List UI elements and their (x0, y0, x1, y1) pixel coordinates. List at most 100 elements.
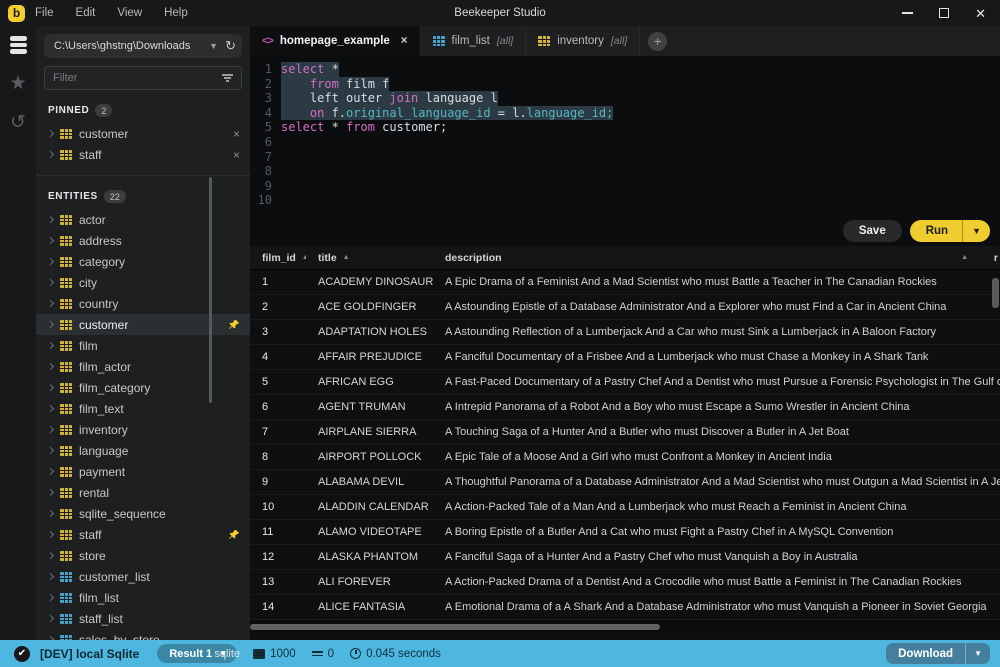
cell-title[interactable]: AGENT TRUMAN (306, 395, 433, 419)
table-row[interactable]: 9ALABAMA DEVILA Thoughtful Panorama of a… (250, 470, 1000, 495)
table-row[interactable]: 6AGENT TRUMANA Intrepid Panorama of a Ro… (250, 395, 1000, 420)
close-icon[interactable]: ✕ (975, 7, 986, 20)
chevron-right-icon[interactable] (47, 237, 54, 244)
cell-title[interactable]: ACADEMY DINOSAUR (306, 270, 433, 294)
chevron-right-icon[interactable] (47, 363, 54, 370)
cell-description[interactable]: A Fast-Paced Documentary of a Pastry Che… (433, 370, 1000, 394)
cell-description[interactable]: A Boring Epistle of a Butler And a Cat w… (433, 520, 1000, 544)
sql-editor[interactable]: 1select *2 from film f3 left outer join … (250, 56, 1000, 246)
chevron-right-icon[interactable] (47, 615, 54, 622)
cell-title[interactable]: ALI FOREVER (306, 570, 433, 594)
entity-item-country[interactable]: country (36, 293, 250, 314)
cell-film-id[interactable]: 13 (250, 570, 306, 594)
cell-title[interactable]: ACE GOLDFINGER (306, 295, 433, 319)
cell-title[interactable]: ALAMO VIDEOTAPE (306, 520, 433, 544)
table-row[interactable]: 13ALI FOREVERA Action-Packed Drama of a … (250, 570, 1000, 595)
results-vertical-scrollbar[interactable] (992, 278, 999, 308)
cell-film-id[interactable]: 6 (250, 395, 306, 419)
tab-inventory[interactable]: inventory[all] (526, 26, 640, 56)
entity-item-film[interactable]: film (36, 335, 250, 356)
chevron-right-icon[interactable] (47, 384, 54, 391)
run-button[interactable]: Run ▼ (910, 220, 990, 242)
table-row[interactable]: 14ALICE FANTASIAA Emotional Drama of a A… (250, 595, 1000, 620)
table-row[interactable]: 8AIRPORT POLLOCKA Epic Tale of a Moose A… (250, 445, 1000, 470)
pinned-item-staff[interactable]: staff× (36, 144, 250, 165)
table-row[interactable]: 5AFRICAN EGGA Fast-Paced Documentary of … (250, 370, 1000, 395)
cell-description[interactable]: A Epic Tale of a Moose And a Girl who mu… (433, 445, 1000, 469)
cell-film-id[interactable]: 3 (250, 320, 306, 344)
cell-film-id[interactable]: 1 (250, 270, 306, 294)
minimize-icon[interactable] (902, 12, 913, 13)
entity-item-sales_by_store[interactable]: sales_by_store (36, 629, 250, 640)
results-horizontal-scrollbar[interactable] (250, 624, 660, 630)
table-row[interactable]: 4AFFAIR PREJUDICEA Fanciful Documentary … (250, 345, 1000, 370)
entity-item-rental[interactable]: rental (36, 482, 250, 503)
chevron-right-icon[interactable] (47, 279, 54, 286)
cell-description[interactable]: A Action-Packed Drama of a Dentist And a… (433, 570, 1000, 594)
entity-item-staff[interactable]: staff (36, 524, 250, 545)
entity-item-payment[interactable]: payment (36, 461, 250, 482)
chevron-right-icon[interactable] (47, 594, 54, 601)
entity-item-address[interactable]: address (36, 230, 250, 251)
chevron-right-icon[interactable] (47, 426, 54, 433)
column-header-description[interactable]: description▲ (433, 246, 1000, 269)
chevron-right-icon[interactable] (47, 531, 54, 538)
cell-film-id[interactable]: 9 (250, 470, 306, 494)
entity-item-staff_list[interactable]: staff_list (36, 608, 250, 629)
table-row[interactable]: 11ALAMO VIDEOTAPEA Boring Epistle of a B… (250, 520, 1000, 545)
chevron-right-icon[interactable] (47, 552, 54, 559)
cell-title[interactable]: AFFAIR PREJUDICE (306, 345, 433, 369)
refresh-icon[interactable]: ↻ (225, 38, 236, 54)
chevron-right-icon[interactable] (47, 216, 54, 223)
cell-title[interactable]: ALABAMA DEVIL (306, 470, 433, 494)
cell-description[interactable]: A Thoughtful Panorama of a Database Admi… (433, 470, 1000, 494)
table-row[interactable]: 1ACADEMY DINOSAURA Epic Drama of a Femin… (250, 270, 1000, 295)
table-row[interactable]: 2ACE GOLDFINGERA Astounding Epistle of a… (250, 295, 1000, 320)
sidebar-scrollbar[interactable] (209, 177, 212, 403)
menu-help[interactable]: Help (164, 7, 188, 19)
cell-description[interactable]: A Action-Packed Tale of a Man And a Lumb… (433, 495, 1000, 519)
download-button[interactable]: Download ▼ (886, 643, 990, 664)
tab-homepage_example[interactable]: <>homepage_example× (250, 26, 421, 56)
close-tab-icon[interactable]: × (401, 35, 408, 47)
entity-item-customer_list[interactable]: customer_list (36, 566, 250, 587)
entity-item-actor[interactable]: actor (36, 209, 250, 230)
cell-description[interactable]: A Intrepid Panorama of a Robot And a Boy… (433, 395, 1000, 419)
connection-dropdown[interactable]: C:\Users\ghstng\Downloads ▼ ↻ (44, 34, 242, 58)
cell-film-id[interactable]: 11 (250, 520, 306, 544)
new-tab-button[interactable]: + (648, 32, 667, 51)
database-tables-icon[interactable] (10, 36, 27, 54)
download-label[interactable]: Download (886, 643, 965, 664)
table-row[interactable]: 10ALADDIN CALENDARA Action-Packed Tale o… (250, 495, 1000, 520)
cell-film-id[interactable]: 10 (250, 495, 306, 519)
entity-item-film_actor[interactable]: film_actor (36, 356, 250, 377)
history-icon[interactable]: ↺ (10, 113, 26, 132)
entity-item-sqlite_sequence[interactable]: sqlite_sequence (36, 503, 250, 524)
chevron-right-icon[interactable] (47, 405, 54, 412)
entity-item-store[interactable]: store (36, 545, 250, 566)
cell-description[interactable]: A Touching Saga of a Hunter And a Butler… (433, 420, 1000, 444)
entity-item-film_text[interactable]: film_text (36, 398, 250, 419)
cell-film-id[interactable]: 8 (250, 445, 306, 469)
entity-item-language[interactable]: language (36, 440, 250, 461)
entity-item-category[interactable]: category (36, 251, 250, 272)
run-label[interactable]: Run (910, 220, 962, 242)
unpin-close-icon[interactable]: × (233, 148, 240, 162)
chevron-right-icon[interactable] (47, 447, 54, 454)
column-header-overflow[interactable]: r (994, 246, 998, 270)
filter-funnel-icon[interactable] (222, 74, 233, 81)
chevron-right-icon[interactable] (47, 151, 54, 158)
entity-item-inventory[interactable]: inventory (36, 419, 250, 440)
entity-item-film_list[interactable]: film_list (36, 587, 250, 608)
entity-item-city[interactable]: city (36, 272, 250, 293)
chevron-right-icon[interactable] (47, 258, 54, 265)
cell-description[interactable]: A Epic Drama of a Feminist And a Mad Sci… (433, 270, 1000, 294)
cell-film-id[interactable]: 12 (250, 545, 306, 569)
table-row[interactable]: 12ALASKA PHANTOMA Fanciful Saga of a Hun… (250, 545, 1000, 570)
cell-description[interactable]: A Fanciful Saga of a Hunter And a Pastry… (433, 545, 1000, 569)
chevron-right-icon[interactable] (47, 130, 54, 137)
run-options-caret-icon[interactable]: ▼ (962, 220, 990, 242)
cell-title[interactable]: ALADDIN CALENDAR (306, 495, 433, 519)
chevron-right-icon[interactable] (47, 300, 54, 307)
chevron-right-icon[interactable] (47, 321, 54, 328)
